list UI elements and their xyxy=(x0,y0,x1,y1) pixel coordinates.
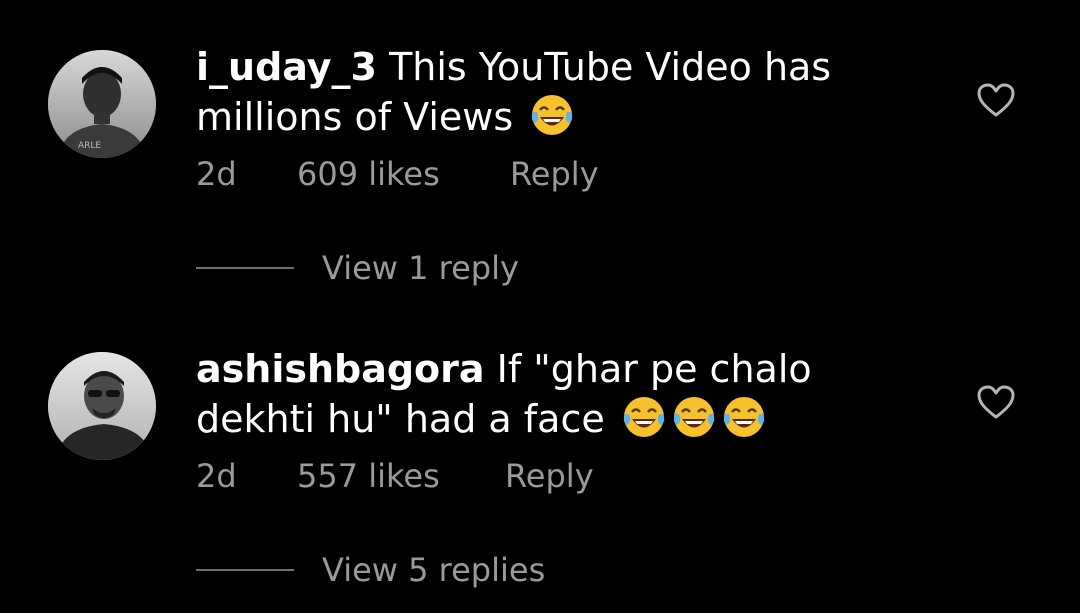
heart-outline-icon[interactable] xyxy=(976,384,1016,420)
avatar[interactable]: ARLE xyxy=(48,50,156,158)
heart-outline-icon[interactable] xyxy=(976,82,1016,118)
reply-button[interactable]: Reply xyxy=(505,456,594,496)
likes-count[interactable]: 557 likes xyxy=(297,456,440,496)
replies-divider xyxy=(196,267,294,269)
reply-button[interactable]: Reply xyxy=(510,154,599,194)
view-replies-label[interactable]: View 1 reply xyxy=(322,248,519,288)
tears-of-joy-emoji-icon xyxy=(621,394,667,440)
comment-text: i_uday_3 This YouTube Video has millions… xyxy=(196,42,916,142)
comment-text: ashishbagora If "ghar pe chalo dekhti hu… xyxy=(196,344,916,444)
tears-of-joy-emoji-icon xyxy=(721,394,767,440)
avatar[interactable] xyxy=(48,352,156,460)
tears-of-joy-emoji-icon xyxy=(671,394,717,440)
comment-time: 2d xyxy=(196,155,237,193)
replies-divider xyxy=(196,569,294,571)
comment-time: 2d xyxy=(196,457,237,495)
comment-username[interactable]: ashishbagora xyxy=(196,347,485,391)
likes-count[interactable]: 609 likes xyxy=(297,154,440,194)
tears-of-joy-emoji-icon xyxy=(529,92,575,138)
comment-username[interactable]: i_uday_3 xyxy=(196,45,377,89)
view-replies-label[interactable]: View 5 replies xyxy=(322,550,545,590)
svg-text:ARLE: ARLE xyxy=(78,141,101,151)
